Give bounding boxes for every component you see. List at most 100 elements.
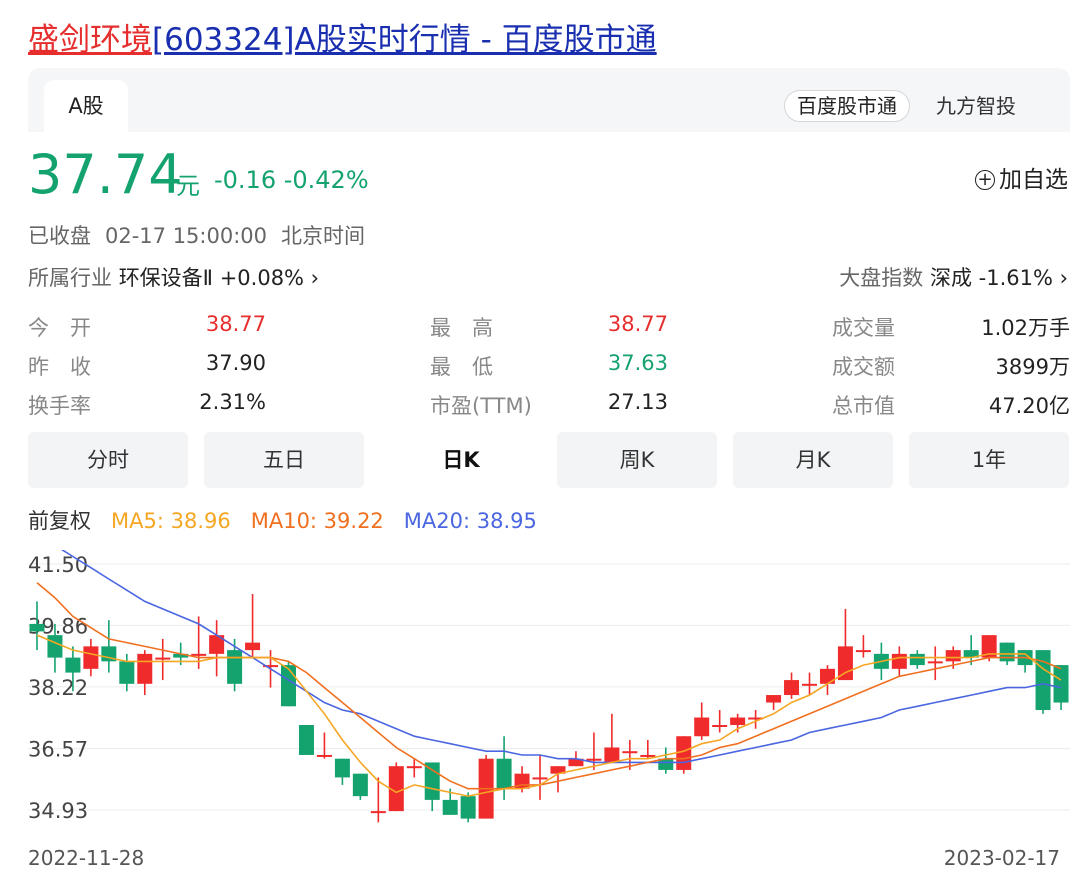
candle-body [784,680,800,696]
stat-value-turnover: 2.31% [199,390,266,414]
candle-body [370,811,386,814]
tab-monthly-k[interactable]: 月K [733,432,893,488]
add-watchlist-button[interactable]: + 加自选 [975,160,1068,194]
ma10-line [36,582,1062,790]
y-tick-label: 38.22 [28,676,88,700]
market-index-label: 大盘指数 [839,266,924,290]
y-tick-label: 34.93 [28,799,88,823]
y-tick-label: 36.57 [28,738,88,762]
stat-value-high: 38.77 [607,312,668,336]
market-index-value: 深成 -1.61% › [929,266,1068,290]
candle-body [909,653,925,666]
current-price: 37.74 [28,143,183,206]
candle-body [586,758,602,761]
candle-body [29,623,45,632]
status-time: 02-17 15:00:00 [105,224,268,248]
candle-body [155,657,171,660]
stat-label-pe: 市盈(TTM) [430,394,532,418]
candle-body [891,653,907,669]
add-watchlist-label: 加自选 [999,167,1068,193]
stat-label-turnover: 换手率 [28,394,91,418]
tab-a-share[interactable]: A股 [44,80,128,132]
source-jiufang-button[interactable]: 九方智投 [936,90,1016,122]
tab-weekly-k[interactable]: 周K [557,432,717,488]
candle-body [442,799,458,815]
stat-label-prev-close: 昨 收 [28,355,91,379]
stat-label-amount: 成交额 [832,355,895,379]
candle-body [999,642,1015,662]
x-start-date: 2022-11-28 [28,846,145,870]
candle-body [316,754,332,757]
ma20-label: MA20: 38.95 [403,509,537,533]
market-tabbar: A股 百度股市通 九方智投 [28,68,1070,132]
candle-body [640,754,656,757]
quote-title-link[interactable]: [603324]A股实时行情 - 百度股市通 [152,22,657,58]
adjust-label[interactable]: 前复权 [28,509,91,533]
candle-body [281,665,296,707]
candle-body [855,650,871,653]
candle-body [802,683,817,686]
source-baidu-button[interactable]: 百度股市通 [784,90,910,122]
candle-body [730,717,746,726]
price-change: -0.16 -0.42% [214,166,369,194]
stat-label-high: 最 高 [430,316,493,340]
candle-body [119,661,135,684]
candle-body [712,725,728,728]
candle-body [83,646,99,669]
candle-body [1035,650,1051,711]
candle-body [191,653,207,656]
candle-body [137,653,153,684]
candle-body [604,747,620,763]
stock-name-link[interactable]: 盛剑环境 [28,22,152,58]
tab-intraday[interactable]: 分时 [28,432,188,488]
candle-body [424,762,440,800]
y-tick-label: 41.50 [28,553,88,577]
ma10-label: MA10: 39.22 [250,509,384,533]
industry-link[interactable]: 所属行业 环保设备Ⅱ +0.08% › [28,262,319,292]
candle-body [766,695,782,703]
price-unit: 元 [176,172,200,200]
stat-value-volume: 1.02万手 [981,316,1070,340]
stat-value-amount: 3899万 [995,355,1070,379]
industry-value: 环保设备Ⅱ +0.08% › [118,266,320,290]
ma-legend: 前复权 MA5: 38.96 MA10: 39.22 MA20: 38.95 [28,505,557,535]
stat-value-low: 37.63 [607,351,668,375]
tab-five-day[interactable]: 五日 [204,432,364,488]
stat-label-open: 今 开 [28,316,91,340]
tab-daily-k[interactable]: 日K [381,432,541,488]
candle-body [945,650,961,662]
ma5-label: MA5: 38.96 [111,509,231,533]
plus-circle-icon: + [975,170,995,190]
candle-body [334,758,350,778]
candle-body [47,635,63,658]
candle-body [532,777,548,780]
candle-body [496,758,512,789]
candle-body [406,766,422,769]
candle-body [460,796,476,819]
candle-body [245,642,261,651]
candle-body [819,668,835,684]
market-status: 已收盘 02-17 15:00:00 北京时间 [28,220,379,250]
stat-value-open: 38.77 [205,312,266,336]
stat-label-volume: 成交量 [832,316,895,340]
market-index-link[interactable]: 大盘指数 深成 -1.61% › [839,262,1068,292]
status-state: 已收盘 [28,224,91,248]
stat-value-pe: 27.13 [607,390,668,414]
candle-body [65,657,81,673]
status-timezone: 北京时间 [281,224,366,248]
candle-body [227,650,243,684]
candlestick-chart[interactable]: 41.5039.8638.2236.5734.93 [0,540,1080,840]
tab-one-year[interactable]: 1年 [909,432,1069,488]
candle-body [927,661,943,664]
x-end-date: 2023-02-17 [943,846,1060,870]
stat-label-market-cap: 总市值 [832,394,895,418]
candle-body [622,751,638,754]
stat-label-low: 最 低 [430,355,493,379]
industry-label: 所属行业 [28,266,112,290]
candle-body [352,773,368,797]
stat-value-market-cap: 47.20亿 [988,394,1070,418]
candle-body [298,725,314,755]
stat-value-prev-close: 37.90 [205,351,266,375]
page-title-link[interactable]: 盛剑环境[603324]A股实时行情 - 百度股市通 [28,14,657,59]
ma20-line [60,550,1062,764]
